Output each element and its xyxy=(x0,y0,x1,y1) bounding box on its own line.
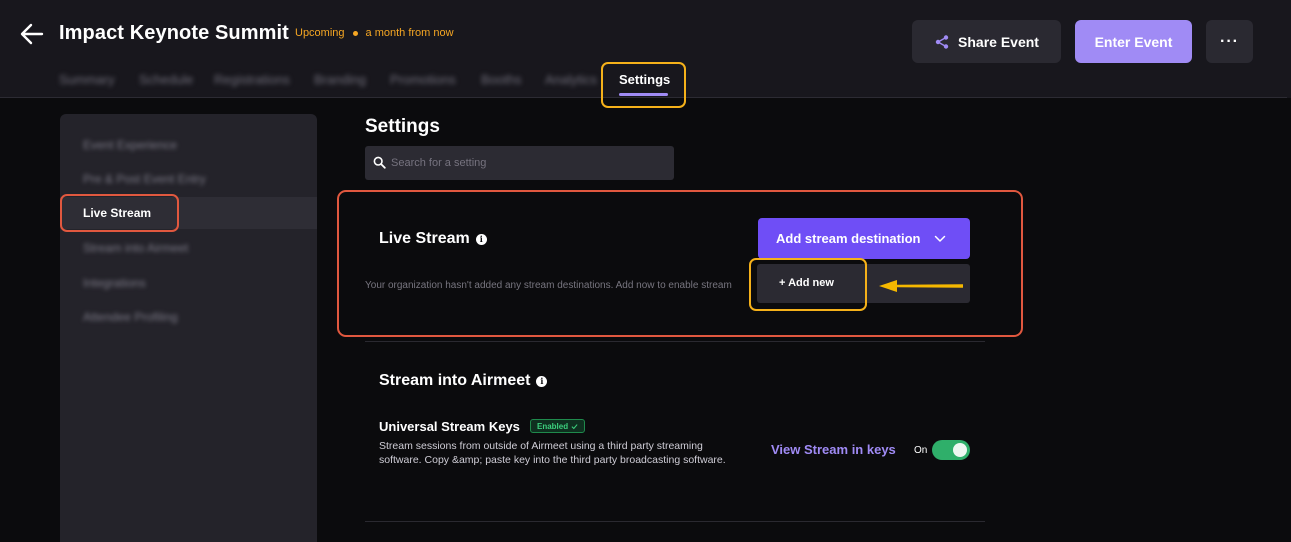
event-title: Impact Keynote Summit xyxy=(59,22,289,44)
enter-event-button[interactable]: Enter Event xyxy=(1075,20,1192,63)
chevron-down-icon xyxy=(935,235,946,242)
search-icon xyxy=(373,156,386,169)
universal-stream-keys-title: Universal Stream Keys xyxy=(379,419,520,434)
tab-registrations[interactable]: Registrations xyxy=(214,72,290,87)
info-icon[interactable]: i xyxy=(536,375,548,387)
live-stream-heading: Live Stream i xyxy=(379,230,487,248)
check-icon xyxy=(571,423,578,429)
status-label: Upcoming xyxy=(295,27,345,39)
status-badge-label: Enabled xyxy=(537,421,569,431)
view-stream-keys-link[interactable]: View Stream in keys xyxy=(771,442,896,457)
toggle-state-label: On xyxy=(914,445,928,456)
settings-sidebar: Event Experience Pre & Post Event Entry … xyxy=(60,114,317,542)
sidebar-item-integrations[interactable]: Integrations xyxy=(83,276,146,290)
more-options-icon[interactable]: ··· xyxy=(1206,20,1253,63)
live-stream-title: Live Stream xyxy=(379,230,470,247)
tab-analytics[interactable]: Analytics xyxy=(545,72,597,87)
sidebar-item-attendee-profiling[interactable]: Attendee Profiling xyxy=(83,310,178,324)
page-title: Settings xyxy=(365,116,440,137)
relative-time: a month from now xyxy=(365,27,454,39)
section-divider xyxy=(365,341,985,342)
back-arrow-icon[interactable] xyxy=(18,20,46,48)
tab-promotions[interactable]: Promotions xyxy=(390,72,456,87)
event-status: Upcoming a month from now xyxy=(295,27,454,39)
settings-search xyxy=(365,146,674,180)
status-dot-icon xyxy=(352,30,358,36)
universal-stream-keys-toggle[interactable] xyxy=(932,440,970,460)
live-stream-description: Your organization hasn't added any strea… xyxy=(365,280,732,291)
sidebar-item-pre-post-entry[interactable]: Pre & Post Event Entry xyxy=(83,172,206,186)
toggle-knob xyxy=(953,443,967,457)
pointer-arrow-icon xyxy=(879,280,963,292)
search-input[interactable] xyxy=(391,146,669,180)
share-icon xyxy=(935,34,949,49)
section-divider xyxy=(365,521,985,522)
status-badge: Enabled xyxy=(530,419,586,433)
universal-stream-keys-description: Stream sessions from outside of Airmeet … xyxy=(379,440,726,466)
share-event-button[interactable]: Share Event xyxy=(912,20,1061,63)
tab-schedule[interactable]: Schedule xyxy=(139,72,193,87)
add-new-highlight xyxy=(749,258,867,311)
tab-branding[interactable]: Branding xyxy=(314,72,366,87)
share-event-label: Share Event xyxy=(958,33,1039,50)
stream-into-title: Stream into Airmeet xyxy=(379,372,531,389)
add-stream-destination-label: Add stream destination xyxy=(776,231,921,246)
settings-tab-highlight xyxy=(601,62,686,108)
live-stream-sidebar-highlight xyxy=(60,194,179,232)
stream-into-heading: Stream into Airmeet i xyxy=(379,372,548,390)
tab-booths[interactable]: Booths xyxy=(481,72,521,87)
sidebar-item-stream-into-airmeet[interactable]: Stream into Airmeet xyxy=(83,241,188,255)
tab-summary[interactable]: Summary xyxy=(59,72,115,87)
add-stream-destination-button[interactable]: Add stream destination xyxy=(758,218,970,259)
sidebar-item-event-experience[interactable]: Event Experience xyxy=(83,138,177,152)
info-icon[interactable]: i xyxy=(475,233,487,245)
